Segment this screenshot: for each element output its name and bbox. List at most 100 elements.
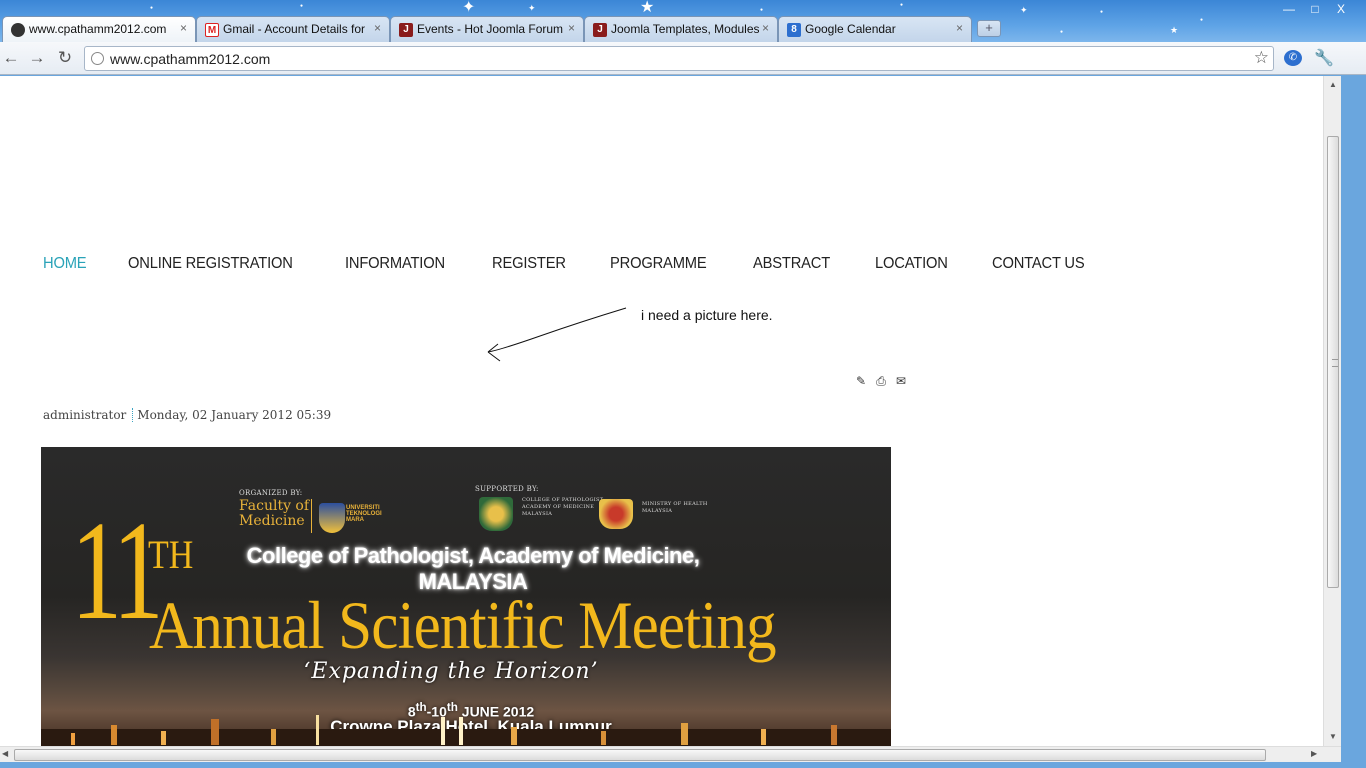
star-decoration: ✦ <box>528 3 536 13</box>
address-text[interactable]: www.cpathamm2012.com <box>110 51 270 67</box>
banner-supported-by: SUPPORTED BY: <box>475 485 539 493</box>
banner-ordinal-number: 11 <box>71 491 164 649</box>
window-frame-right <box>1341 76 1366 768</box>
email-icon[interactable]: ✉ <box>894 375 908 388</box>
horizontal-scrollbar[interactable]: ◀ ▶ <box>0 746 1341 762</box>
event-banner-image: ORGANIZED BY: Faculty of Medicine UNIVER… <box>41 447 891 746</box>
tab-label: www.cpathamm2012.com <box>29 22 167 36</box>
star-decoration: ● <box>1200 17 1204 23</box>
close-icon[interactable]: × <box>180 21 187 35</box>
globe-icon <box>91 52 104 65</box>
vertical-scroll-thumb[interactable] <box>1327 136 1339 588</box>
article-byline: administrator Monday, 02 January 2012 05:… <box>43 408 331 422</box>
star-decoration: ★ <box>640 0 655 16</box>
banner-ministry-1: MINISTRY OF HEALTH <box>642 501 708 507</box>
scroll-grip <box>1332 359 1338 367</box>
joomla-icon: J <box>399 23 413 37</box>
byline-divider <box>132 408 134 422</box>
tab-cpathamm[interactable]: www.cpathamm2012.com × <box>2 16 196 42</box>
tab-label: Events - Hot Joomla Forum <box>417 22 564 36</box>
window-controls: — □ X <box>1276 0 1354 18</box>
banner-college-small-3: MALAYSIA <box>522 511 553 517</box>
forward-icon[interactable]: → <box>26 48 48 68</box>
scroll-up-icon[interactable]: ▲ <box>1324 80 1342 89</box>
article-tools: ✎ ⎙ ✉ <box>854 375 908 388</box>
window-frame-bottom <box>0 762 1366 768</box>
uitm-crest-icon <box>319 503 345 533</box>
scroll-right-icon[interactable]: ▶ <box>1311 749 1317 758</box>
menu-item-home[interactable]: HOME <box>43 255 87 273</box>
city-skyline-graphic <box>41 715 891 746</box>
close-icon[interactable]: × <box>762 21 769 35</box>
extension-phone-icon[interactable]: ✆ <box>1284 50 1302 66</box>
menu-item-register[interactable]: REGISTER <box>492 255 566 273</box>
close-icon[interactable]: × <box>374 21 381 35</box>
minimize-button[interactable]: — <box>1276 0 1302 18</box>
tab-events-joomla[interactable]: J Events - Hot Joomla Forum × <box>390 16 584 42</box>
banner-college-small-2: ACADEMY OF MEDICINE <box>522 504 595 510</box>
bookmark-star-icon[interactable]: ☆ <box>1254 48 1269 68</box>
joomla-icon: J <box>593 23 607 37</box>
banner-divider <box>311 499 312 533</box>
star-decoration: ✦ <box>462 0 476 16</box>
reload-icon[interactable]: ↻ <box>54 48 76 68</box>
close-icon[interactable]: × <box>568 21 575 35</box>
ministry-crest-icon <box>599 499 633 529</box>
scroll-down-icon[interactable]: ▼ <box>1324 732 1342 741</box>
menu-item-location[interactable]: LOCATION <box>875 255 948 273</box>
banner-ordinal-suffix: TH <box>148 532 194 577</box>
main-menu: HOME ONLINE REGISTRATION INFORMATION REG… <box>43 255 1130 273</box>
banner-date-suffix-2: th <box>446 701 458 714</box>
tab-google-calendar[interactable]: 8 Google Calendar × <box>778 16 972 42</box>
tab-gmail[interactable]: M Gmail - Account Details for × <box>196 16 390 42</box>
star-decoration: ● <box>150 5 154 11</box>
address-bar[interactable]: www.cpathamm2012.com ☆ <box>84 46 1274 71</box>
tab-label: Google Calendar <box>805 22 896 36</box>
menu-item-abstract[interactable]: ABSTRACT <box>753 255 830 273</box>
banner-theme: ‘Expanding the Horizon’ <box>303 659 599 684</box>
tab-strip: www.cpathamm2012.com × M Gmail - Account… <box>0 16 1001 42</box>
print-icon[interactable]: ⎙ <box>874 375 888 388</box>
tab-label: Gmail - Account Details for <box>223 22 366 36</box>
college-crest-icon <box>479 497 513 531</box>
banner-ministry: MINISTRY OF HEALTH MALAYSIA <box>642 501 708 515</box>
scroll-left-icon[interactable]: ◀ <box>2 749 8 758</box>
wrench-menu-icon[interactable]: 🔧 <box>1314 48 1334 68</box>
gmail-icon: M <box>205 23 219 37</box>
banner-organized-by: ORGANIZED BY: <box>239 489 303 497</box>
banner-title: Annual Scientific Meeting <box>149 587 777 663</box>
site-favicon-icon <box>11 23 25 37</box>
banner-college-line1: College of Pathologist, Academy of Medic… <box>246 543 700 568</box>
annotation-note: i need a picture here. <box>641 307 773 323</box>
maximize-button[interactable]: □ <box>1302 0 1328 18</box>
banner-uitm-text: UNIVERSITI TEKNOLOGI MARA <box>346 505 382 523</box>
horizontal-scroll-thumb[interactable] <box>14 749 1266 761</box>
banner-faculty: Faculty of Medicine <box>239 499 309 529</box>
window-titlebar: ✦ ★ ✦ ★ ✦ ● ● ● ● ● ● ● www.cpathamm2012… <box>0 0 1366 42</box>
close-icon[interactable]: × <box>956 21 963 35</box>
menu-item-programme[interactable]: PROGRAMME <box>610 255 707 273</box>
banner-uitm-line3: MARA <box>346 517 364 523</box>
article-author: administrator <box>43 408 127 422</box>
tab-joomla-templates[interactable]: J Joomla Templates, Modules × <box>584 16 778 42</box>
tab-label: Joomla Templates, Modules <box>611 22 759 36</box>
star-decoration: ✦ <box>1020 5 1028 15</box>
menu-item-contact-us[interactable]: CONTACT US <box>992 255 1085 273</box>
banner-faculty-line1: Faculty of <box>239 498 310 514</box>
close-window-button[interactable]: X <box>1328 0 1354 18</box>
back-icon[interactable]: ← <box>0 48 22 68</box>
banner-college-small: COLLEGE OF PATHOLOGIST ACADEMY OF MEDICI… <box>522 497 603 518</box>
edit-icon[interactable]: ✎ <box>854 375 868 388</box>
vertical-scrollbar[interactable]: ▲ ▼ <box>1323 76 1341 746</box>
new-tab-button[interactable]: + <box>977 20 1001 37</box>
banner-date-suffix-1: th <box>415 701 427 714</box>
star-decoration: ● <box>1060 29 1064 35</box>
star-decoration: ● <box>760 7 764 13</box>
menu-item-online-registration[interactable]: ONLINE REGISTRATION <box>128 255 293 273</box>
banner-faculty-line2: Medicine <box>239 513 305 529</box>
page-viewport: HOME ONLINE REGISTRATION INFORMATION REG… <box>0 76 1341 746</box>
menu-item-information[interactable]: INFORMATION <box>345 255 445 273</box>
hand-drawn-arrow-icon <box>487 307 627 362</box>
article-date: Monday, 02 January 2012 05:39 <box>137 408 332 422</box>
star-decoration: ● <box>900 2 904 8</box>
